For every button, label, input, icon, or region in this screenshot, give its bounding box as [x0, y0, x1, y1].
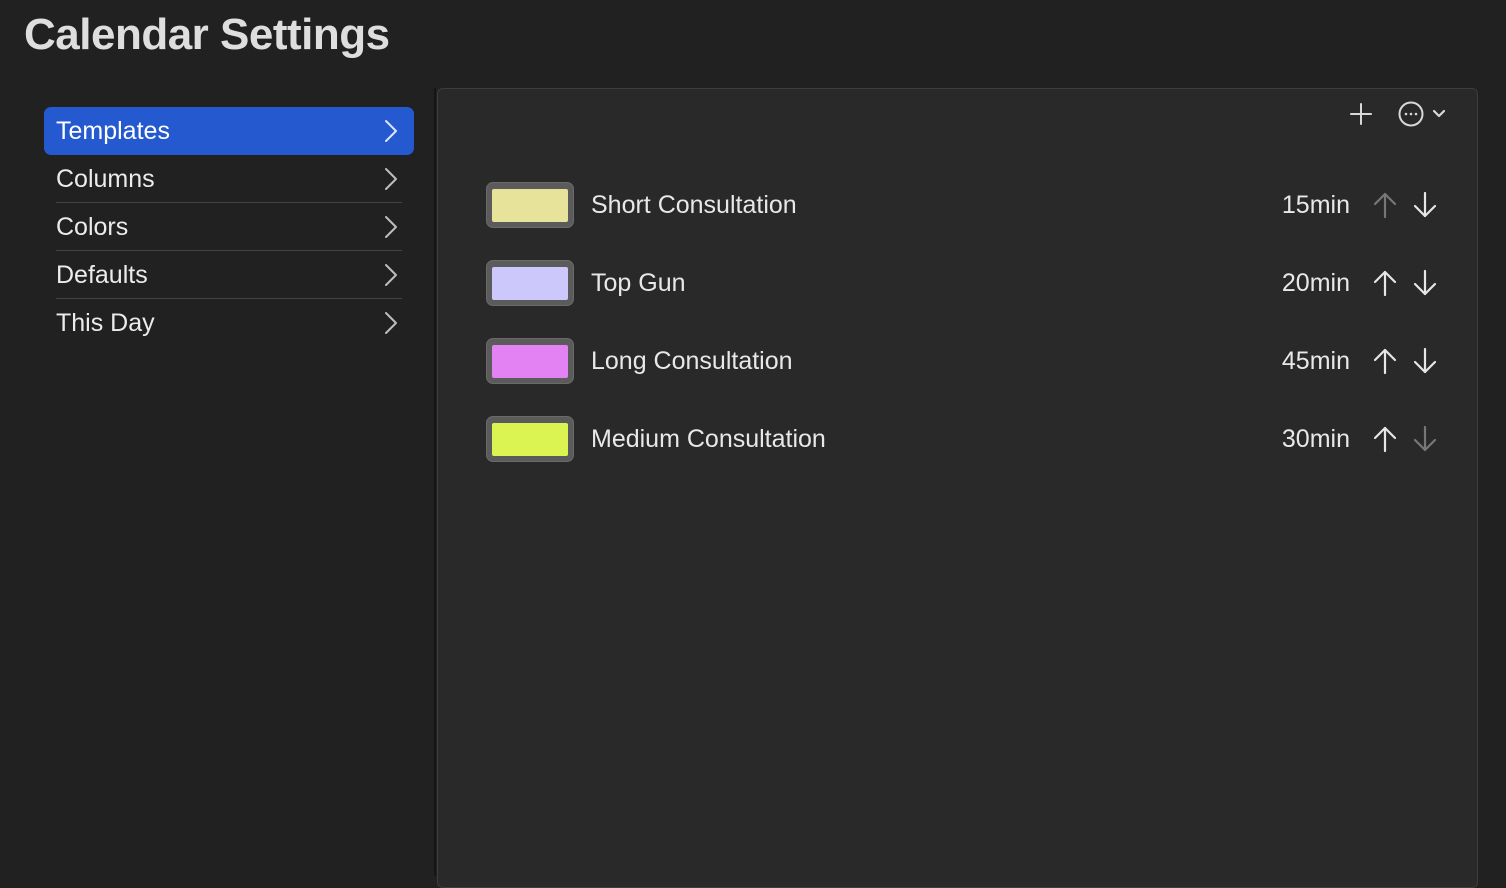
- chevron-right-icon: [385, 216, 397, 238]
- move-down-button[interactable]: [1410, 190, 1440, 220]
- move-down-button[interactable]: [1410, 424, 1440, 454]
- template-name: Long Consultation: [591, 347, 793, 375]
- arrow-up-icon: [1373, 426, 1397, 453]
- color-swatch-fill: [492, 189, 568, 222]
- template-name: Medium Consultation: [591, 425, 826, 453]
- template-row[interactable]: Short Consultation 15min: [486, 182, 1446, 230]
- sidebar-item-label: Colors: [56, 212, 129, 241]
- arrow-up-icon: [1373, 192, 1397, 219]
- arrow-down-icon: [1413, 269, 1437, 296]
- template-row[interactable]: Medium Consultation 30min: [486, 416, 1446, 464]
- add-template-button[interactable]: [1348, 101, 1374, 127]
- sidebar-item-label: Templates: [56, 116, 170, 145]
- chevron-right-icon: [385, 312, 397, 334]
- move-up-button[interactable]: [1370, 190, 1400, 220]
- sidebar-item-templates[interactable]: Templates: [44, 107, 414, 155]
- color-swatch-fill: [492, 423, 568, 456]
- color-swatch[interactable]: [486, 260, 574, 306]
- template-duration: 45min: [1281, 347, 1350, 375]
- chevron-down-icon: [1432, 109, 1446, 118]
- chevron-right-icon: [385, 168, 397, 190]
- more-options-button[interactable]: [1396, 99, 1452, 129]
- sidebar-item-label: Columns: [56, 164, 155, 193]
- sidebar: Templates Columns Colors Defaults This D…: [44, 107, 414, 347]
- color-swatch[interactable]: [486, 338, 574, 384]
- move-up-button[interactable]: [1370, 268, 1400, 298]
- color-swatch-fill: [492, 345, 568, 378]
- template-name: Short Consultation: [591, 191, 797, 219]
- sidebar-item-this-day[interactable]: This Day: [44, 299, 414, 347]
- arrow-up-icon: [1373, 348, 1397, 375]
- move-up-button[interactable]: [1370, 346, 1400, 376]
- template-name: Top Gun: [591, 269, 686, 297]
- sidebar-item-defaults[interactable]: Defaults: [44, 251, 414, 299]
- move-down-button[interactable]: [1410, 346, 1440, 376]
- arrow-down-icon: [1413, 425, 1437, 452]
- template-row[interactable]: Top Gun 20min: [486, 260, 1446, 308]
- arrow-up-icon: [1373, 270, 1397, 297]
- move-up-button[interactable]: [1370, 424, 1400, 454]
- color-swatch[interactable]: [486, 416, 574, 462]
- move-down-button[interactable]: [1410, 268, 1440, 298]
- chevron-right-icon: [385, 120, 397, 142]
- color-swatch-fill: [492, 267, 568, 300]
- arrow-down-icon: [1413, 191, 1437, 218]
- split-divider[interactable]: [434, 88, 436, 876]
- sidebar-item-label: This Day: [56, 308, 155, 337]
- page-title: Calendar Settings: [24, 10, 390, 59]
- template-row[interactable]: Long Consultation 45min: [486, 338, 1446, 386]
- template-duration: 20min: [1281, 269, 1350, 297]
- template-duration: 15min: [1281, 191, 1350, 219]
- sidebar-item-colors[interactable]: Colors: [44, 203, 414, 251]
- sidebar-item-columns[interactable]: Columns: [44, 155, 414, 203]
- template-duration: 30min: [1281, 425, 1350, 453]
- ellipsis-circle-icon: [1398, 101, 1424, 127]
- arrow-down-icon: [1413, 347, 1437, 374]
- sidebar-item-label: Defaults: [56, 260, 148, 289]
- color-swatch[interactable]: [486, 182, 574, 228]
- templates-panel: Short Consultation 15min Top Gun 20min L…: [437, 88, 1478, 888]
- plus-icon: [1350, 103, 1372, 125]
- chevron-right-icon: [385, 264, 397, 286]
